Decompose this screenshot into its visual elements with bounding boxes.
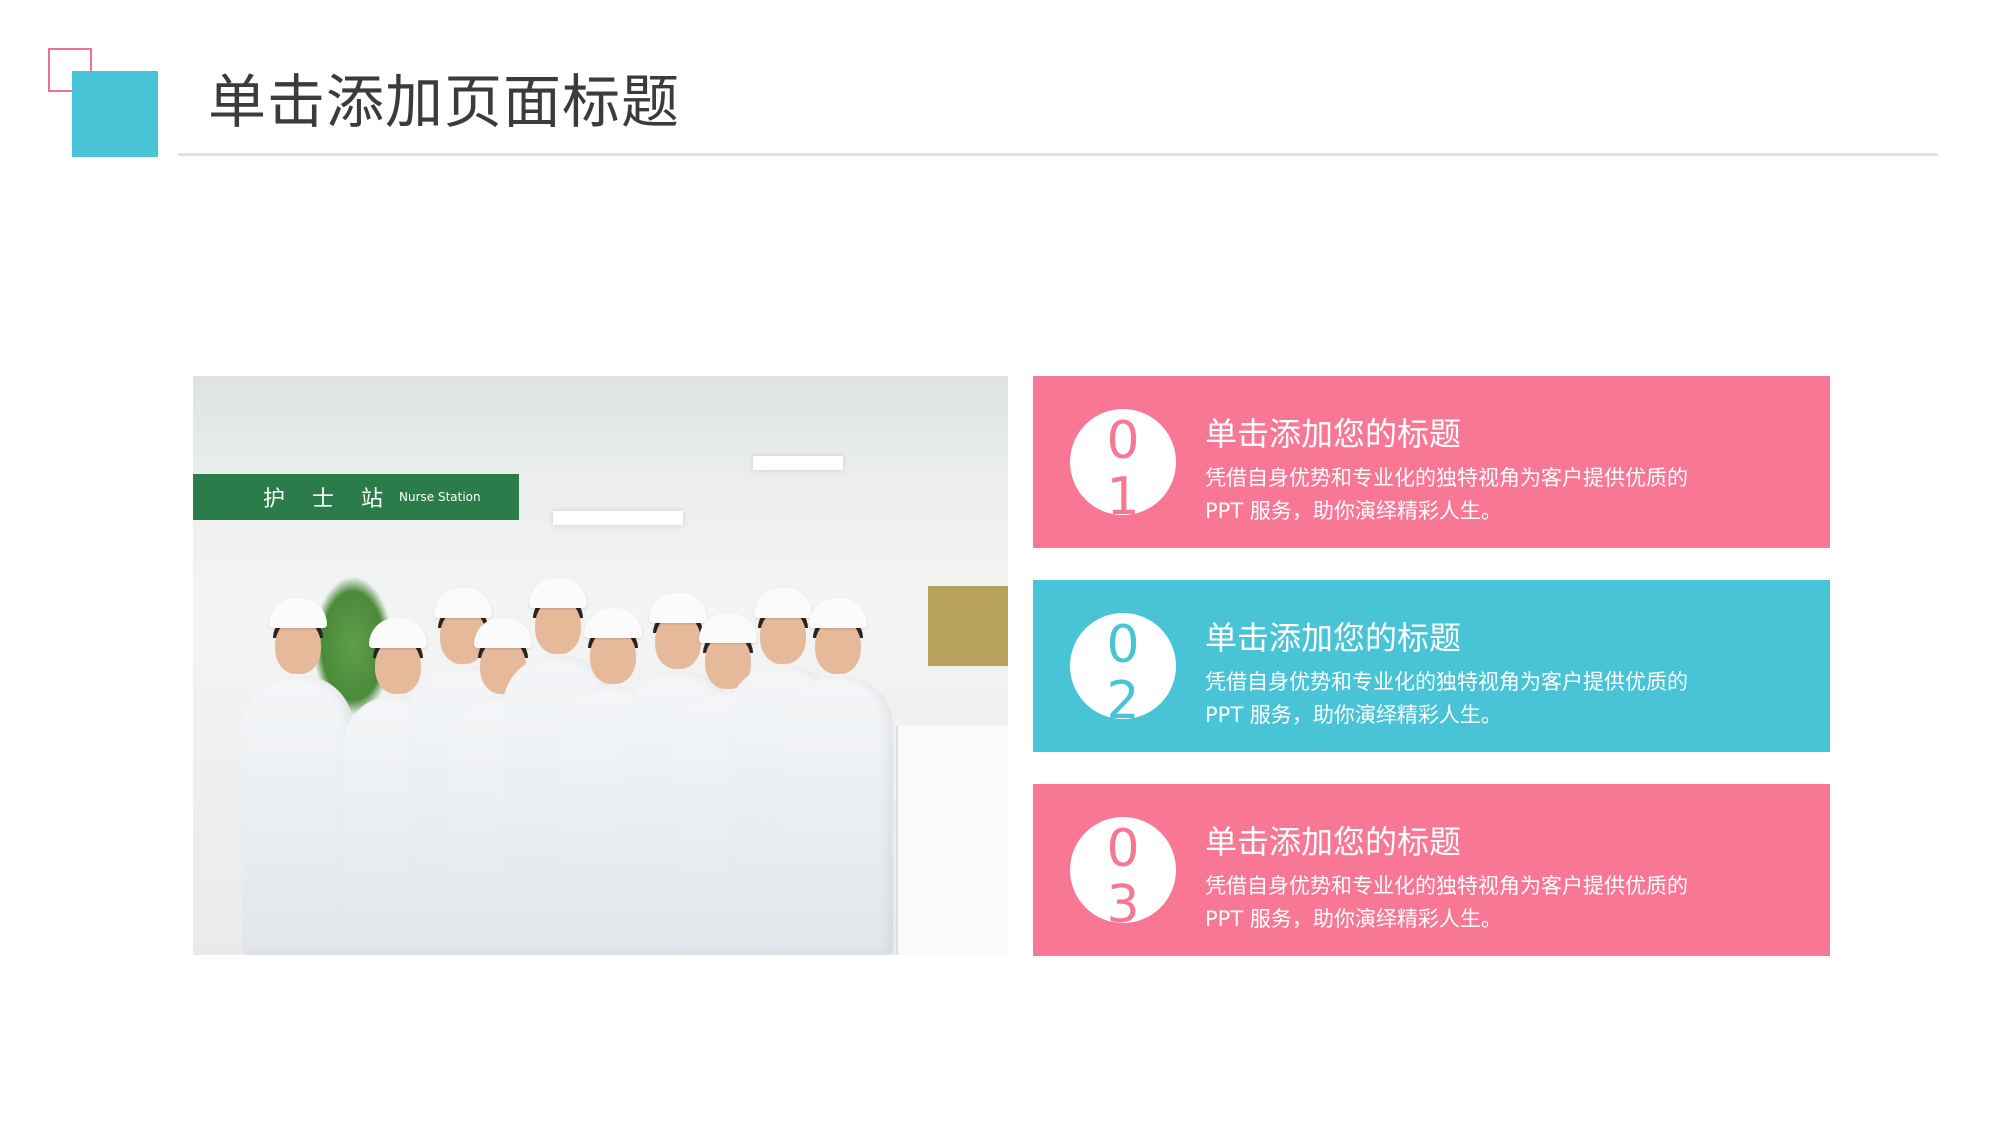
ceiling-light (553, 511, 683, 525)
sign-text: 护 士 站 (263, 487, 393, 512)
number-badge: 01 (1070, 409, 1176, 515)
wall-picture (928, 586, 1008, 666)
title-divider (178, 153, 1938, 156)
card-number: 01 (1106, 411, 1140, 515)
nurse-figure (783, 598, 893, 955)
ceiling-light (753, 456, 843, 470)
feature-card-3[interactable]: 03 单击添加您的标题 凭借自身优势和专业化的独特视角为客户提供优质的 PPT … (1033, 784, 1830, 956)
card-desc-line-1: 凭借自身优势和专业化的独特视角为客户提供优质的 (1205, 874, 1688, 898)
card-description[interactable]: 凭借自身优势和专业化的独特视角为客户提供优质的 PPT 服务，助你演绎精彩人生。 (1205, 462, 1765, 528)
feature-card-1[interactable]: 01 单击添加您的标题 凭借自身优势和专业化的独特视角为客户提供优质的 PPT … (1033, 376, 1830, 548)
nurse-figure (243, 598, 353, 955)
nurses-group-photo: 护 士 站 Nurse Station (193, 376, 1008, 955)
number-badge: 03 (1070, 817, 1176, 923)
card-desc-line-2: PPT 服务，助你演绎精彩人生。 (1205, 499, 1502, 523)
card-title[interactable]: 单击添加您的标题 (1205, 412, 1461, 456)
card-description[interactable]: 凭借自身优势和专业化的独特视角为客户提供优质的 PPT 服务，助你演绎精彩人生。 (1205, 666, 1765, 732)
card-desc-line-1: 凭借自身优势和专业化的独特视角为客户提供优质的 (1205, 466, 1688, 490)
card-title[interactable]: 单击添加您的标题 (1205, 820, 1461, 864)
card-number: 02 (1106, 615, 1140, 719)
decorative-filled-square (72, 71, 158, 157)
sign-subtext: Nurse Station (399, 490, 481, 504)
card-title[interactable]: 单击添加您的标题 (1205, 616, 1461, 660)
card-desc-line-2: PPT 服务，助你演绎精彩人生。 (1205, 703, 1502, 727)
card-number: 03 (1106, 819, 1140, 923)
nurse-station-sign: 护 士 站 Nurse Station (193, 474, 519, 520)
number-badge: 02 (1070, 613, 1176, 719)
page-title[interactable]: 单击添加页面标题 (208, 62, 680, 142)
feature-card-2[interactable]: 02 单击添加您的标题 凭借自身优势和专业化的独特视角为客户提供优质的 PPT … (1033, 580, 1830, 752)
card-desc-line-2: PPT 服务，助你演绎精彩人生。 (1205, 907, 1502, 931)
card-description[interactable]: 凭借自身优势和专业化的独特视角为客户提供优质的 PPT 服务，助你演绎精彩人生。 (1205, 870, 1765, 936)
card-desc-line-1: 凭借自身优势和专业化的独特视角为客户提供优质的 (1205, 670, 1688, 694)
cabinet (896, 726, 1008, 955)
